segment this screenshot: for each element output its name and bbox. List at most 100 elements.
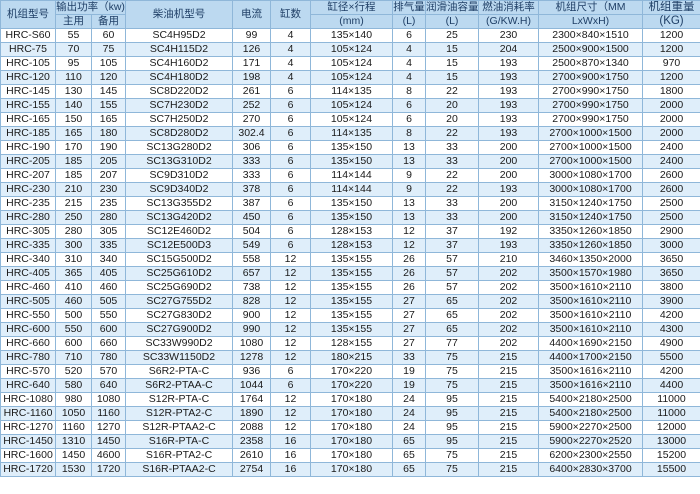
cell-model: HRC-570 (0, 364, 56, 379)
cell-power-main: 1050 (55, 406, 92, 421)
cell-fuel-rate: 193 (478, 98, 539, 113)
cell-oil-capacity: 37 (425, 224, 479, 239)
table-row: HRC-205 185 205 SC13G310D2 333 6 135×150 13 33 20… (0, 154, 700, 169)
cell-power-main: 1310 (55, 434, 92, 449)
header-standby-label: 备用 (98, 15, 119, 28)
cell-weight: 2500 (642, 210, 700, 225)
cell-cylinders: 4 (270, 70, 311, 85)
header-oil-unit-label: (L) (445, 15, 459, 28)
cell-weight: 2000 (642, 112, 700, 127)
cell-bore-stroke: 180×215 (310, 350, 393, 365)
cell-bore-stroke: 170×180 (310, 462, 393, 477)
cell-power-main: 70 (55, 42, 92, 57)
cell-cylinders: 12 (270, 280, 311, 295)
cell-dimensions: 5900×2270×2520 (538, 434, 643, 449)
cell-displacement: 8 (392, 84, 426, 99)
cell-fuel-rate: 215 (478, 350, 539, 365)
cell-dimensions: 2700×1000×1500 (538, 140, 643, 155)
header-cylinders: 缸数 (270, 0, 311, 29)
cell-power-standby: 190 (91, 140, 126, 155)
header-standby: 备用 (91, 14, 126, 29)
cell-power-standby: 780 (91, 350, 126, 365)
header-displacement-label: 排气量 (393, 1, 425, 14)
cell-current: 657 (232, 266, 271, 281)
cell-current: 171 (232, 56, 271, 71)
cell-dimensions: 5400×2180×2500 (538, 392, 643, 407)
cell-current: 261 (232, 84, 271, 99)
cell-bore-stroke: 105×124 (310, 56, 393, 71)
cell-weight: 970 (642, 56, 700, 71)
cell-weight: 1800 (642, 84, 700, 99)
cell-bore-stroke: 135×155 (310, 294, 393, 309)
cell-oil-capacity: 37 (425, 238, 479, 253)
cell-displacement: 19 (392, 378, 426, 393)
header-model: 机组型号 (0, 0, 56, 29)
cell-model: HRC-155 (0, 98, 56, 113)
cell-weight: 1200 (642, 28, 700, 43)
cell-oil-capacity: 22 (425, 126, 479, 141)
cell-bore-stroke: 105×124 (310, 70, 393, 85)
cell-displacement: 65 (392, 448, 426, 463)
header-bore-stroke-label: 缸径×行程 (327, 1, 376, 14)
cell-fuel-rate: 215 (478, 406, 539, 421)
cell-engine: SC15G500D2 (125, 252, 233, 267)
table-row: HRC-230 210 230 SC9D340D2 378 6 114×144 9 22 193 3… (0, 182, 700, 197)
cell-engine: SC13G355D2 (125, 196, 233, 211)
cell-cylinders: 4 (270, 42, 311, 57)
cell-cylinders: 6 (270, 196, 311, 211)
cell-fuel-rate: 192 (478, 224, 539, 239)
cell-current: 302.4 (232, 126, 271, 141)
cell-weight: 15200 (642, 448, 700, 463)
cell-bore-stroke: 114×144 (310, 182, 393, 197)
cell-cylinders: 6 (270, 364, 311, 379)
cell-fuel-rate: 204 (478, 42, 539, 57)
cell-cylinders: 16 (270, 462, 311, 477)
header-main: 主用 (55, 14, 92, 29)
cell-cylinders: 6 (270, 224, 311, 239)
cell-current: 2358 (232, 434, 271, 449)
table-row: HRC-550 500 550 SC27G830D2 900 12 135×155 27 65 2… (0, 308, 700, 323)
cell-power-standby: 1450 (91, 434, 126, 449)
cell-model: HRC-660 (0, 336, 56, 351)
cell-model: HRC-305 (0, 224, 56, 239)
cell-model: HRC-105 (0, 56, 56, 71)
cell-bore-stroke: 170×180 (310, 406, 393, 421)
header-engine: 柴油机型号 (125, 0, 233, 29)
cell-oil-capacity: 33 (425, 196, 479, 211)
cell-displacement: 26 (392, 266, 426, 281)
cell-dimensions: 2500×900×1500 (538, 42, 643, 57)
cell-displacement: 13 (392, 210, 426, 225)
cell-oil-capacity: 57 (425, 280, 479, 295)
cell-oil-capacity: 25 (425, 28, 479, 43)
cell-displacement: 6 (392, 98, 426, 113)
header-engine-label: 柴油机型号 (152, 8, 206, 20)
cell-displacement: 9 (392, 168, 426, 183)
cell-fuel-rate: 200 (478, 168, 539, 183)
cell-power-main: 1450 (55, 448, 92, 463)
cell-fuel-rate: 202 (478, 294, 539, 309)
cell-weight: 3900 (642, 294, 700, 309)
cell-power-main: 130 (55, 84, 92, 99)
cell-current: 99 (232, 28, 271, 43)
cell-displacement: 4 (392, 42, 426, 57)
cell-power-standby: 75 (91, 42, 126, 57)
cell-engine: SC27G755D2 (125, 294, 233, 309)
cell-dimensions: 2700×900×1750 (538, 70, 643, 85)
cell-dimensions: 3500×1610×2110 (538, 280, 643, 295)
cell-model: HRC-1080 (0, 392, 56, 407)
cell-weight: 2900 (642, 224, 700, 239)
header-cylinders-label: 缸数 (280, 8, 301, 20)
cell-fuel-rate: 193 (478, 126, 539, 141)
cell-power-standby: 280 (91, 210, 126, 225)
cell-bore-stroke: 105×124 (310, 98, 393, 113)
cell-bore-stroke: 170×220 (310, 364, 393, 379)
table-row: HRC-1080 980 1080 S12R-PTA-C 1764 12 170×180 24… (0, 392, 700, 407)
cell-power-main: 460 (55, 294, 92, 309)
cell-current: 270 (232, 112, 271, 127)
header-main-label: 主用 (63, 15, 84, 28)
cell-engine: SC25G610D2 (125, 266, 233, 281)
cell-current: 378 (232, 182, 271, 197)
cell-displacement: 33 (392, 350, 426, 365)
cell-bore-stroke: 128×153 (310, 238, 393, 253)
cell-weight: 3650 (642, 266, 700, 281)
